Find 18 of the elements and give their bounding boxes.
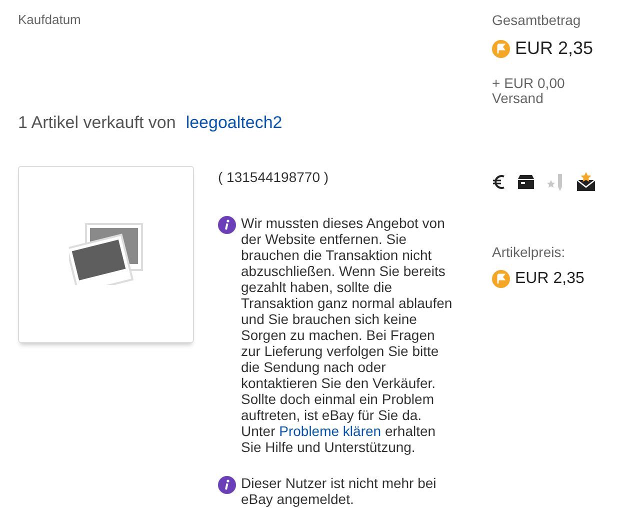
item-number: ( 131544198770 ) <box>218 168 329 187</box>
help-link[interactable]: Probleme klären <box>279 422 382 438</box>
purchase-date-label: Kaufdatum <box>18 11 81 29</box>
info-icon <box>218 216 236 234</box>
sold-items-heading: 1 Artikel verkauft von <box>18 112 176 134</box>
info-icon <box>218 476 236 494</box>
total-amount: EUR 2,35 <box>515 37 594 60</box>
image-placeholder-icon <box>69 223 143 285</box>
shipping-label: Versand <box>492 91 544 106</box>
item-price-label: Artikelpreis: <box>492 243 566 262</box>
seller-link[interactable]: leegoaltech2 <box>186 110 282 136</box>
total-label: Gesamtbetrag <box>492 11 581 30</box>
notice-text: Dieser Nutzer ist nicht mehr bei eBay angemeldet. <box>241 474 438 506</box>
coin-icon <box>492 40 510 58</box>
item-price-amount: EUR 2,35 <box>515 269 584 289</box>
shipping-cost: + EUR 0,00 <box>492 76 565 91</box>
coin-icon <box>492 270 510 288</box>
notice-text: Wir mussten dieses Angebot von der Website entfernen. Sie brauchen die Transaktion nicht abzuschließen. Wenn Sie bereits gezahlt haben, sollte die Transaktion ganz normal ablaufen und Sie brauchen sich keine Sorgen zu machen. Bei Fragen zur Lieferung verfolgen Sie bitte die Sendung nach oder kontaktieren Sie den Verkäufer. Sollte doch einmal ein Problem auftreten, ist eBay für Sie da. Unter Probleme klären erhalten Sie Hilfe und Unterstützung. <box>241 214 454 454</box>
